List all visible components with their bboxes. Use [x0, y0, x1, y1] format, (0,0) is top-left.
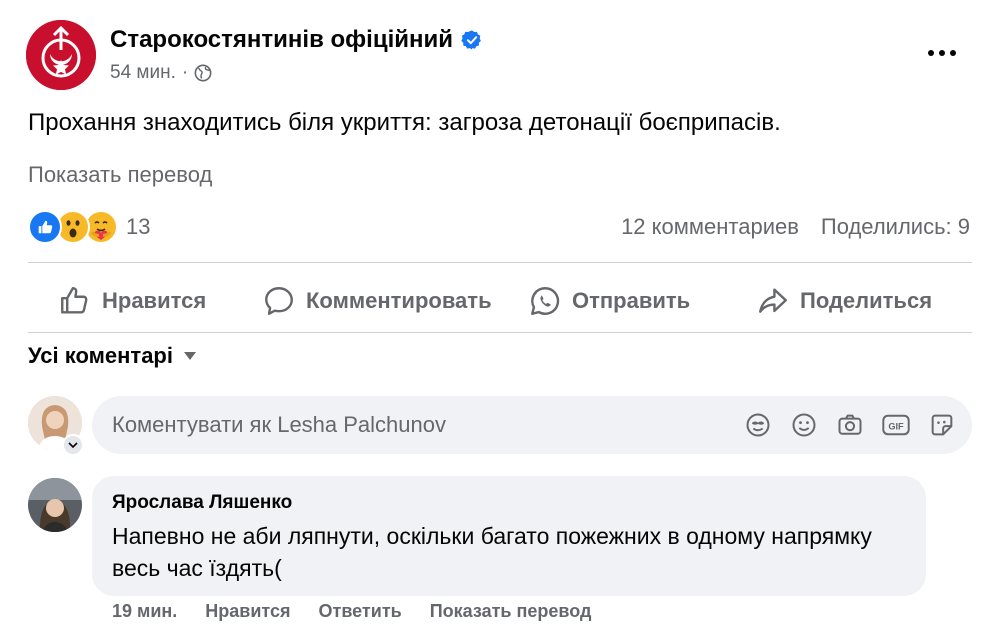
thumbs-up-icon	[61, 287, 88, 314]
like-reaction-icon	[28, 210, 62, 244]
comment-bubble-icon	[265, 287, 293, 315]
show-translation-link[interactable]: Показать перевод	[28, 162, 212, 188]
page-logo[interactable]	[26, 20, 96, 90]
reaction-count[interactable]: 13	[126, 214, 150, 240]
comment-author-name[interactable]: Ярослава Ляшенко	[112, 492, 292, 514]
post-action-bar: Нравится Комментировать Отправить Подели…	[28, 266, 972, 330]
comments-count-link[interactable]: 12 комментариев	[621, 214, 799, 240]
meta-separator: ·	[181, 62, 189, 83]
city-emblem-icon	[26, 20, 96, 90]
share-button[interactable]: Поделиться	[756, 284, 932, 318]
commenter-avatar-image	[28, 478, 82, 532]
comments-filter-dropdown[interactable]: Усі коментарі	[28, 343, 197, 369]
comment-input[interactable]	[112, 410, 712, 440]
post-text: Прохання знаходитись біля укриття: загро…	[28, 109, 781, 136]
like-button-label: Нравится	[102, 288, 207, 313]
share-button-label: Поделиться	[800, 288, 933, 313]
comment-reply-button[interactable]: Ответить	[319, 601, 402, 622]
post-time[interactable]: 54 мин.	[110, 62, 176, 84]
share-arrow-icon	[759, 288, 787, 313]
verified-badge-icon	[461, 30, 481, 50]
avatar-sticker-icon[interactable]	[742, 409, 774, 441]
sticker-icon[interactable]	[926, 409, 958, 441]
comment-translate-link[interactable]: Показать перевод	[430, 601, 592, 622]
post-meta: 54 мин. ·	[110, 62, 212, 84]
shares-count-link[interactable]: Поделились: 9	[821, 214, 970, 240]
post-stats: 12 комментариев Поделились: 9	[621, 214, 970, 240]
page-name-text[interactable]: Старокостянтинів офіційний	[110, 26, 453, 54]
chevron-down-icon	[68, 441, 78, 448]
whatsapp-icon	[531, 287, 560, 315]
camera-icon[interactable]	[834, 409, 866, 441]
like-button[interactable]: Нравится	[58, 284, 206, 318]
comment-composer: GIF	[92, 396, 972, 454]
more-options-button[interactable]	[916, 38, 968, 68]
send-button-label: Отправить	[572, 288, 691, 313]
comments-filter-label: Усі коментарі	[28, 343, 173, 368]
comment-author-avatar[interactable]	[28, 478, 82, 532]
emoji-icon[interactable]	[788, 409, 820, 441]
comment-bubble: Ярослава Ляшенко Напевно не аби ляпнути,…	[92, 476, 926, 596]
comment-button[interactable]: Комментировать	[262, 284, 492, 318]
divider-bottom	[28, 332, 972, 333]
comment-text: Напевно не аби ляпнути, оскільки багато …	[112, 523, 872, 581]
comment-actions: 19 мин. Нравится Ответить Показать перев…	[112, 601, 591, 622]
send-whatsapp-button[interactable]: Отправить	[528, 284, 690, 318]
svg-text:GIF: GIF	[888, 422, 904, 432]
more-dots-icon	[928, 50, 956, 56]
gif-icon[interactable]: GIF	[880, 409, 912, 441]
profile-switch-button[interactable]	[62, 434, 84, 456]
reactions-summary[interactable]: 13	[28, 210, 150, 244]
caret-down-icon	[184, 352, 196, 360]
divider-top	[28, 262, 972, 263]
composer-tools: GIF	[742, 409, 958, 441]
globe-icon	[194, 64, 212, 82]
comment-time[interactable]: 19 мин.	[112, 601, 177, 622]
comment-like-button[interactable]: Нравится	[205, 601, 290, 622]
page-name[interactable]: Старокостянтинів офіційний	[110, 26, 483, 54]
comment-button-label: Комментировать	[306, 288, 492, 313]
